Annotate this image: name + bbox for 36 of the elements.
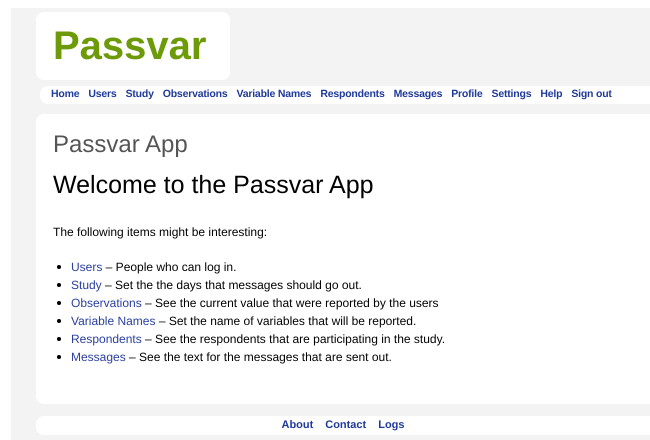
item-link[interactable]: Respondents [71, 332, 142, 346]
nav-link[interactable]: Study [126, 87, 154, 103]
item-link[interactable]: Observations [71, 296, 142, 310]
nav-link[interactable]: Users [88, 87, 117, 103]
bullet-icon [57, 283, 61, 288]
logo-text: Passvar [53, 26, 206, 66]
app-title: Passvar App [53, 130, 189, 160]
list-item-text: Messages – See the text for the messages that are sent out. [71, 349, 392, 366]
nav-link[interactable]: Sign out [571, 87, 612, 103]
list-item-text: Study – Set the the days that messages should go out. [71, 277, 362, 294]
bullet-icon [57, 265, 61, 270]
bullet-icon [57, 355, 61, 360]
nav-link[interactable]: Settings [492, 87, 532, 103]
nav-link[interactable]: Variable Names [236, 87, 312, 103]
footer-link[interactable]: Contact [325, 417, 366, 434]
bullet-icon [57, 301, 61, 306]
list-item-text: Respondents – See the respondents that are participating in the study. [71, 331, 446, 348]
footer-link[interactable]: About [282, 417, 314, 434]
list-item-text: Observations – See the current value that were reported by the users [71, 295, 439, 312]
list-item-text: Variable Names – Set the name of variables that will be reported. [71, 313, 416, 330]
nav-link[interactable]: Home [51, 87, 80, 103]
nav-link[interactable]: Messages [394, 87, 442, 103]
bullet-icon [57, 319, 61, 324]
nav-link[interactable]: Respondents [320, 87, 385, 103]
page-heading: Welcome to the Passvar App [53, 170, 375, 201]
nav-link[interactable]: Observations [162, 87, 228, 103]
item-link[interactable]: Messages [71, 350, 126, 364]
item-link[interactable]: Study [71, 278, 102, 292]
bullet-icon [57, 337, 61, 342]
item-link[interactable]: Users [71, 260, 102, 274]
item-link[interactable]: Variable Names [71, 314, 156, 328]
intro-text: The following items might be interesting: [53, 224, 268, 242]
list-item-text: Users – People who can log in. [71, 259, 236, 276]
footer-link[interactable]: Logs [378, 417, 404, 434]
nav-link[interactable]: Help [540, 87, 562, 103]
nav-link[interactable]: Profile [451, 87, 483, 103]
